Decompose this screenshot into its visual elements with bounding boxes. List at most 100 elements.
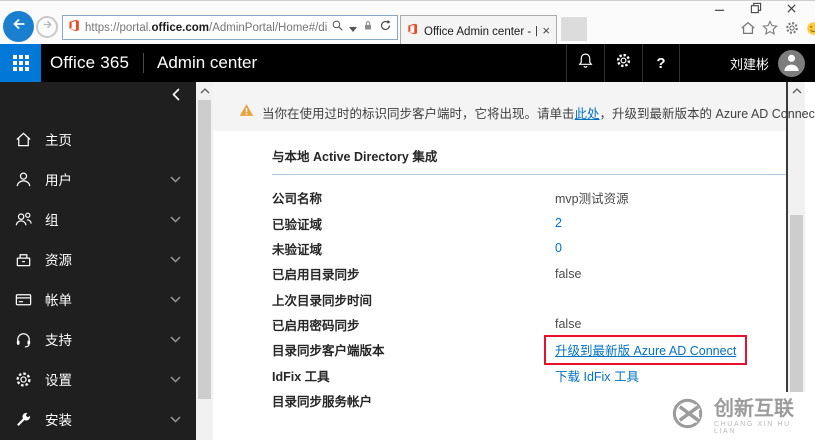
collapse-sidebar-button[interactable] [169,88,183,106]
app-launcher-button[interactable] [0,44,41,82]
favorites-button[interactable] [760,20,779,41]
admin-center-title: Admin center [157,53,258,72]
warning-text: 当你在使用过时的标识同步客户端时，它将出现。请单击此处，升级到最新版本的 Azu… [262,107,815,121]
home-icon [13,129,33,149]
forward-arrow-icon [41,18,54,36]
row-label: 已验证域 [272,217,323,232]
support-icon [13,329,33,349]
address-bar[interactable]: https://portal.office.com/AdminPortal/Ho… [62,15,398,40]
table-row: IdFix 工具 下载 IdFix 工具 [272,362,786,387]
table-row: 已启用目录同步 false [272,261,786,286]
close-window-button[interactable] [778,2,805,17]
scrollbar-thumb[interactable] [198,100,211,399]
table-row: 已验证域 2 [272,210,786,235]
sidebar-item-home[interactable]: 主页 [0,119,196,159]
row-label: 公司名称 [272,192,323,207]
gear-icon [784,20,800,41]
sidebar-item-support[interactable]: 支持 [0,319,196,359]
settings-icon [13,369,33,389]
url-text: https://portal.office.com/AdminPortal/Ho… [85,21,327,34]
restore-button[interactable] [742,2,769,17]
sidebar-item-groups[interactable]: 组 [0,199,196,239]
table-row: 目录同步客户端版本 升级到最新版 Azure AD Connect [272,334,786,365]
table-row: 公司名称 mvp测试资源 [272,185,786,210]
warning-here-link[interactable]: 此处 [575,107,600,121]
row-label: IdFix 工具 [272,369,330,384]
scrollbar-up-button[interactable] [788,82,805,99]
help-icon: ? [656,54,666,72]
row-label: 未验证域 [272,242,323,257]
chevron-down-icon [170,216,181,223]
table-row: 已启用密码同步 false [272,312,786,337]
minimize-button[interactable] [706,2,733,17]
bell-icon [577,52,594,74]
watermark-title: 创新互联 [714,397,794,420]
red-highlight-box: 升级到最新版 Azure AD Connect [544,334,748,365]
row-label: 目录同步服务帐户 [272,394,373,409]
sidebar-item-billing[interactable]: 帐单 [0,279,196,319]
back-button[interactable] [3,11,34,42]
scrollbar-up-button[interactable] [196,82,213,99]
row-label: 已启用密码同步 [272,318,360,333]
sidebar-item-setup[interactable]: 安装 [0,399,196,439]
setup-icon [13,409,33,429]
caret-down-icon[interactable] [349,19,357,37]
browser-chrome: https://portal.office.com/AdminPortal/Ho… [0,0,815,45]
tools-button[interactable] [782,21,801,40]
integration-section-title: 与本地 Active Directory 集成 [272,150,438,164]
lock-icon [362,19,374,37]
help-button[interactable]: ? [642,44,680,82]
watermark: 创新互联 CHUANG XIN HU LIAN [659,392,815,440]
users-icon [13,169,33,189]
row-value: mvp测试资源 [555,192,629,207]
table-row: 上次目录同步时间 [272,286,786,311]
brand-title[interactable]: Office 365 [50,44,129,82]
warning-icon [239,103,254,122]
content-scrollbar[interactable] [196,82,213,440]
sidebar-item-settings[interactable]: 设置 [0,359,196,399]
close-icon [786,1,797,19]
user-name: 刘建彬 [729,56,769,72]
row-label: 目录同步客户端版本 [272,344,385,359]
home-button[interactable] [738,21,757,40]
tab-title: Office Admin center - 目录... [424,25,537,38]
upgrade-azure-ad-connect-link[interactable]: 升级到最新版 Azure AD Connect [555,344,736,358]
row-label: 上次目录同步时间 [272,293,373,308]
header-divider [143,53,144,73]
warning-banner: 当你在使用过时的标识同步客户端时，它将出现。请单击此处，升级到最新版本的 Azu… [213,82,815,131]
home-icon [740,20,756,41]
office-logo-icon [68,19,81,37]
idfix-download-link[interactable]: 下载 IdFix 工具 [555,366,639,385]
feedback-button[interactable] [804,21,815,40]
chevron-down-icon [170,416,181,423]
refresh-icon[interactable] [379,19,392,37]
watermark-subtitle: CHUANG XIN HU LIAN [714,420,791,435]
tab-close-icon[interactable]: × [542,24,550,37]
sidebar-item-resources[interactable]: 资源 [0,239,196,279]
browser-tab[interactable]: Office Admin center - 目录... × [400,15,557,45]
avatar[interactable] [778,49,805,77]
minimize-icon [714,1,725,19]
chevron-left-icon [172,88,180,106]
forward-button[interactable] [36,16,58,38]
section-divider [272,174,786,175]
o365-header: Office 365 Admin center ? 刘建彬 [0,44,815,82]
watermark-logo-icon [670,395,707,437]
sidebar-item-users[interactable]: 用户 [0,159,196,199]
search-icon[interactable] [331,19,344,37]
back-arrow-icon [10,15,28,38]
notifications-button[interactable] [566,44,604,82]
row-value: false [555,317,582,332]
page-scrollbar[interactable] [788,82,805,440]
unverified-domains-link[interactable]: 0 [555,241,562,255]
settings-button[interactable] [604,44,642,82]
chevron-down-icon [170,176,181,183]
account-area[interactable]: 刘建彬 [730,44,805,82]
chevron-down-icon [170,336,181,343]
new-tab-button[interactable] [561,17,587,41]
billing-icon [13,289,33,309]
scrollbar-thumb[interactable] [790,215,803,395]
verified-domains-link[interactable]: 2 [555,216,562,230]
star-icon [761,20,778,41]
table-row: 未验证域 0 [272,236,786,261]
